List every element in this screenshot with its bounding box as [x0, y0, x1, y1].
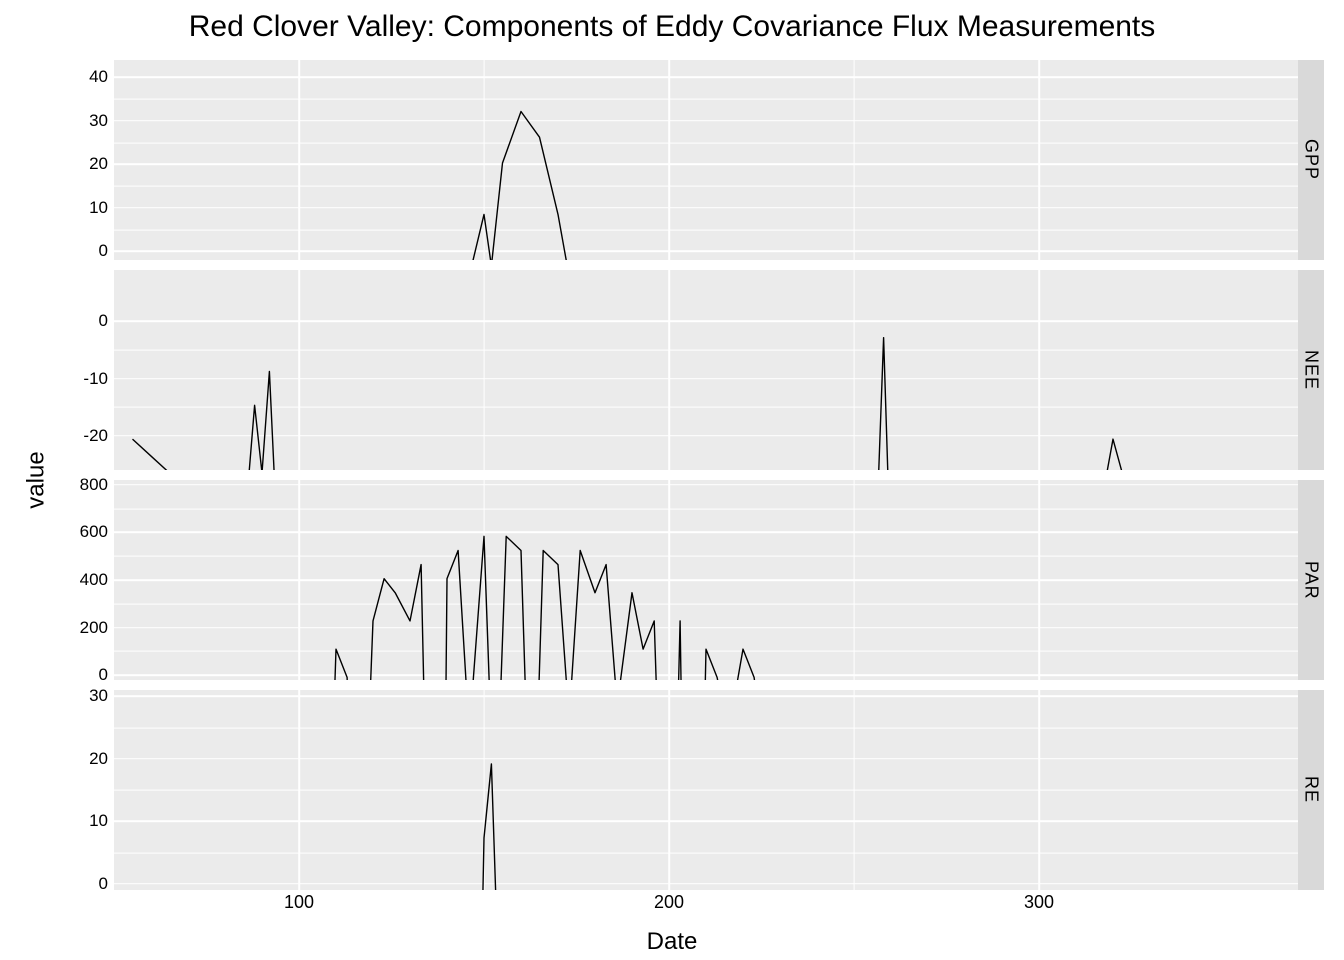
y-tick-label: 0: [99, 241, 108, 261]
facet-strip: RE: [1298, 690, 1324, 890]
x-tick-label: 300: [1024, 892, 1054, 913]
facet-strip-label: RE: [1301, 776, 1322, 803]
y-axis: -20 -10 0: [70, 270, 114, 470]
y-tick-label: 40: [89, 67, 108, 87]
y-tick-label: 800: [80, 475, 108, 495]
facet-re: 0102030RE: [70, 690, 1324, 890]
facet-strip-label: GPP: [1301, 139, 1322, 180]
y-tick-label: -20: [83, 426, 108, 446]
series-svg: [114, 480, 1298, 680]
series-line: [133, 111, 1299, 260]
y-tick-label: 0: [99, 311, 108, 331]
y-tick-label: 20: [89, 749, 108, 769]
plot-area: [114, 60, 1298, 260]
y-tick-label: 20: [89, 154, 108, 174]
chart-title: Red Clover Valley: Components of Eddy Co…: [0, 10, 1344, 44]
facet-container: 010203040GPP-20-100NEE0200400600800PAR01…: [70, 60, 1324, 890]
y-tick-label: 30: [89, 686, 108, 706]
x-axis: 100 200 300: [114, 890, 1298, 916]
series-line: [133, 338, 1299, 470]
y-axis: 0 10 20 30 40: [70, 60, 114, 260]
facet-strip-label: PAR: [1301, 561, 1322, 600]
chart: Red Clover Valley: Components of Eddy Co…: [0, 0, 1344, 960]
y-tick-label: 200: [80, 618, 108, 638]
x-axis-label: Date: [0, 928, 1344, 956]
facet-par: 0200400600800PAR: [70, 480, 1324, 680]
x-tick-label: 100: [284, 892, 314, 913]
facet-gpp: 0 10 20 30 40 GPP: [70, 60, 1324, 260]
y-tick-label: 0: [99, 665, 108, 685]
y-tick-label: 30: [89, 111, 108, 131]
y-axis: 0102030: [70, 690, 114, 890]
facet-strip: NEE: [1298, 270, 1324, 470]
y-tick-label: 0: [99, 874, 108, 894]
y-tick-label: -10: [83, 369, 108, 389]
plot-area: [114, 270, 1298, 470]
series-line: [133, 764, 1299, 890]
facet-strip: GPP: [1298, 60, 1324, 260]
y-tick-label: 400: [80, 570, 108, 590]
x-tick-label: 200: [654, 892, 684, 913]
y-tick-label: 600: [80, 522, 108, 542]
y-tick-label: 10: [89, 811, 108, 831]
y-axis: 0200400600800: [70, 480, 114, 680]
facet-nee: -20 -10 0 NEE: [70, 270, 1324, 470]
y-axis-label: value: [23, 451, 51, 508]
facet-strip: PAR: [1298, 480, 1324, 680]
series-svg: [114, 690, 1298, 890]
facet-strip-label: NEE: [1301, 350, 1322, 390]
plot-area: [114, 690, 1298, 890]
series-svg: [114, 270, 1298, 470]
series-line: [133, 536, 1299, 680]
plot-area: [114, 480, 1298, 680]
y-tick-label: 10: [89, 198, 108, 218]
series-svg: [114, 60, 1298, 260]
